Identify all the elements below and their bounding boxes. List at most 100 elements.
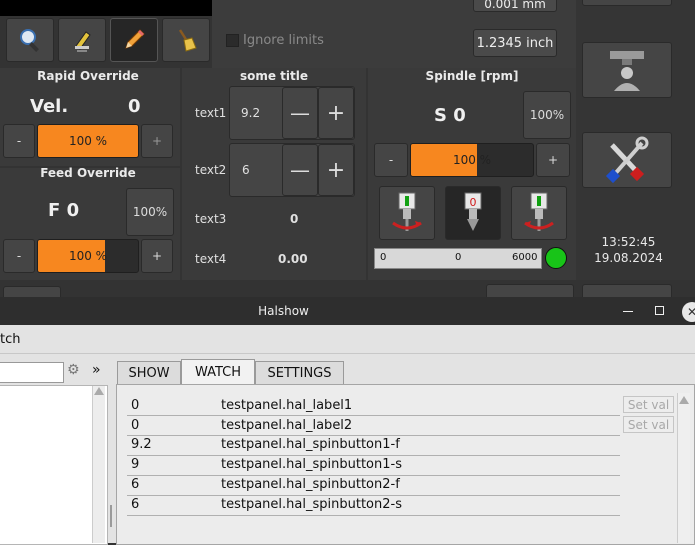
- touchoff-button[interactable]: [58, 18, 106, 62]
- tools-button[interactable]: [582, 132, 672, 188]
- watch-row-value: 0: [131, 418, 140, 433]
- text2-value[interactable]: 6: [242, 163, 250, 177]
- vel-label: Vel.: [30, 96, 69, 117]
- row-divider: [127, 475, 620, 476]
- search-button[interactable]: [6, 18, 54, 62]
- spindle-gauge-left: 0: [380, 252, 387, 263]
- text3-value: 0: [290, 212, 299, 226]
- set-value-label: Set val: [627, 397, 670, 412]
- text1-increment[interactable]: +: [318, 87, 354, 139]
- some-title-header: some title: [239, 69, 309, 83]
- text1-label: text1: [195, 106, 227, 120]
- halshow-menu-line: [0, 353, 695, 354]
- vel-value: 0: [128, 96, 141, 117]
- watch-row-value: 6: [131, 477, 140, 492]
- row-divider: [127, 435, 620, 436]
- watch-scroll-up-icon[interactable]: [679, 396, 689, 404]
- row-divider: [127, 415, 620, 416]
- text1-decrement-label: —: [290, 101, 310, 125]
- spindle-override-bar[interactable]: 100 %: [410, 143, 534, 177]
- halshow-menu-partial[interactable]: tch: [0, 332, 20, 347]
- set-value-button[interactable]: Set val: [623, 416, 674, 433]
- expand-pane-button[interactable]: »: [92, 362, 101, 378]
- tab-watch[interactable]: WATCH: [181, 359, 255, 385]
- watch-row-name: testpanel.hal_spinbutton1-f: [221, 437, 400, 452]
- jog-increment-box[interactable]: 1.2345 inch: [473, 29, 557, 57]
- feed-label: F 0: [48, 200, 80, 221]
- text2-increment[interactable]: +: [318, 144, 354, 196]
- watch-row-value: 9: [131, 457, 140, 472]
- rapid-bar-text: 100 %: [68, 134, 108, 148]
- lower-right-button[interactable]: [582, 284, 672, 298]
- tree-scrollbar[interactable]: [92, 386, 105, 543]
- ignore-limits-checkbox[interactable]: [226, 34, 239, 47]
- spindle-bar-text: 100 %: [452, 153, 492, 167]
- feed-minus-button[interactable]: -: [3, 239, 35, 273]
- set-value-button[interactable]: Set val: [623, 396, 674, 413]
- tree-search-input[interactable]: [0, 362, 64, 383]
- top-black-area: [0, 0, 212, 16]
- machine-user-button[interactable]: [582, 42, 672, 98]
- spindle-plus-label: +: [547, 153, 559, 167]
- spindle-reverse-icon: [524, 192, 554, 231]
- pane-splitter[interactable]: [110, 505, 112, 527]
- feed-override-bar[interactable]: 100 %: [37, 239, 139, 273]
- text1-increment-label: +: [326, 100, 346, 126]
- text1-decrement[interactable]: —: [282, 87, 318, 139]
- rapid-minus-label: -: [16, 134, 22, 148]
- spindle-stop-button[interactable]: 0: [445, 186, 501, 240]
- maximize-icon[interactable]: [655, 306, 664, 315]
- clear-button[interactable]: [162, 18, 210, 62]
- spindle-reverse-button[interactable]: [511, 186, 567, 240]
- rapid-override-bar[interactable]: 100 %: [37, 124, 139, 158]
- watch-row-name: testpanel.hal_label1: [221, 398, 353, 413]
- watch-scrollbar[interactable]: [677, 393, 690, 543]
- spindle-percent-button[interactable]: 100%: [523, 91, 571, 139]
- jog-value-box-partial[interactable]: 0.001 mm: [473, 0, 557, 12]
- tab-settings[interactable]: SETTINGS: [255, 361, 344, 384]
- clock-date: 19.08.2024: [594, 251, 663, 265]
- rapid-plus-label: +: [151, 134, 163, 148]
- spindle-minus-label: -: [388, 153, 394, 167]
- right-top-button[interactable]: [582, 0, 672, 6]
- tools-icon: [605, 136, 649, 184]
- feed-override-title: Feed Override: [40, 166, 136, 180]
- tab-watch-label: WATCH: [194, 365, 242, 380]
- spindle-plus-button[interactable]: +: [536, 143, 570, 177]
- rapid-override-title: Rapid Override: [37, 69, 139, 83]
- lower-mid-button[interactable]: [486, 284, 574, 298]
- text2-decrement[interactable]: —: [282, 144, 318, 196]
- jog-value-partial-text: 0.001 mm: [484, 0, 546, 11]
- rapid-minus-button[interactable]: -: [3, 124, 35, 158]
- row-divider: [127, 455, 620, 456]
- broom-icon: [178, 29, 197, 52]
- spindle-gauge-mid: 0: [455, 252, 462, 263]
- watch-row-value: 9.2: [131, 437, 152, 452]
- spindle-percent-label: 100%: [529, 108, 565, 122]
- feed-percent-label: 100%: [132, 205, 168, 219]
- rapid-plus-button[interactable]: +: [141, 124, 173, 158]
- spindle-forward-button[interactable]: [379, 186, 435, 240]
- text3-label: text3: [195, 212, 227, 226]
- set-value-label: Set val: [627, 417, 670, 432]
- feed-percent-button[interactable]: 100%: [126, 188, 174, 236]
- gear-icon[interactable]: ⚙: [67, 362, 83, 382]
- wrench-touchoff-icon: [75, 31, 91, 52]
- feed-minus-label: -: [16, 249, 22, 263]
- edit-button[interactable]: [110, 18, 158, 62]
- row-divider: [127, 515, 620, 516]
- tab-show[interactable]: SHOW: [117, 361, 181, 384]
- feed-bar-text: 100 %: [68, 249, 108, 263]
- feed-plus-button[interactable]: +: [141, 239, 173, 273]
- minimize-icon[interactable]: [623, 311, 633, 312]
- text2-decrement-label: —: [290, 158, 310, 182]
- watch-row-name: testpanel.hal_label2: [221, 418, 353, 433]
- halshow-title: Halshow: [258, 304, 309, 318]
- text1-value[interactable]: 9.2: [241, 106, 260, 120]
- spindle-forward-icon: [392, 192, 422, 231]
- tree-scroll-up-icon[interactable]: [94, 387, 104, 395]
- clock-time: 13:52:45: [601, 235, 656, 249]
- close-icon[interactable]: ✕: [682, 302, 695, 322]
- spindle-minus-button[interactable]: -: [374, 143, 408, 177]
- spindle-gauge-right: 6000: [512, 252, 538, 263]
